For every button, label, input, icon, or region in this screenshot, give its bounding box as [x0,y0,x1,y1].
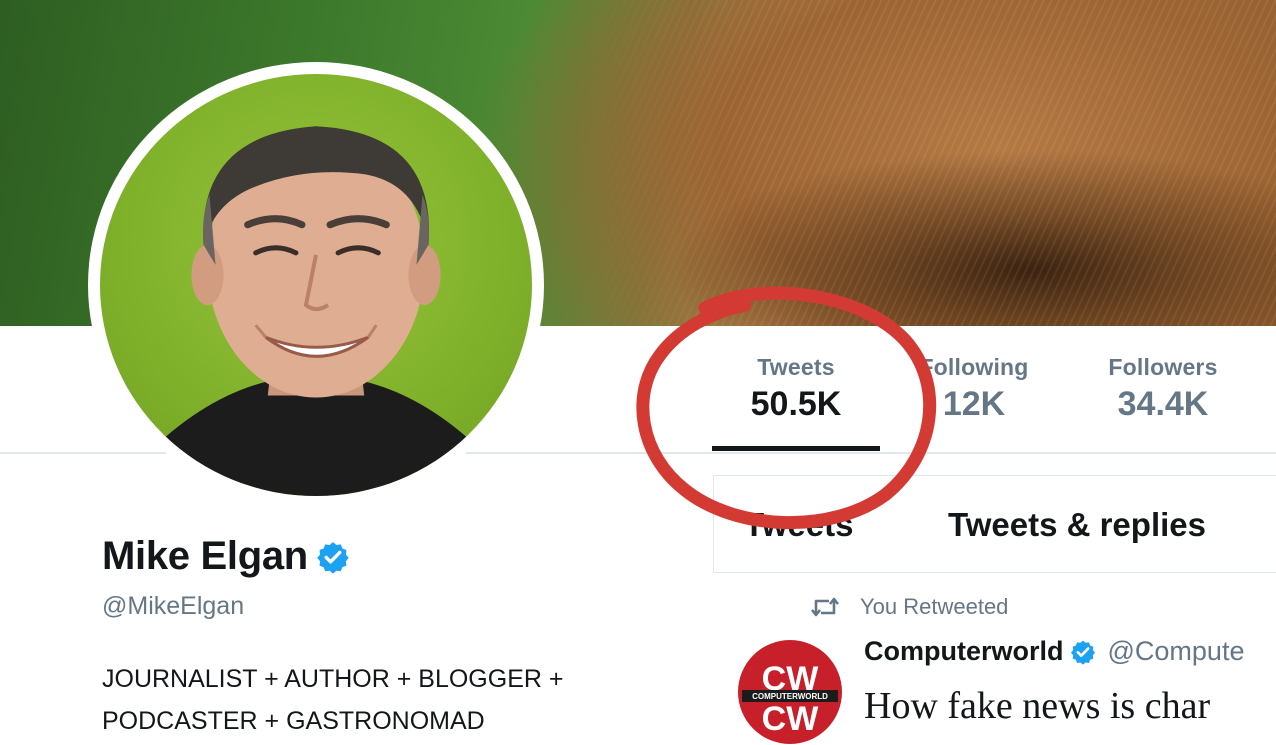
avatar-portrait-graphic [145,126,487,496]
tab-tweets-and-replies[interactable]: Tweets & replies [948,506,1206,544]
timeline-tabs: Tweets Tweets & replies [713,475,1276,573]
retweet-context: You Retweeted [810,594,1008,620]
tweets-stat-label: Tweets [757,354,835,380]
followers-stat-label: Followers [1108,354,1218,380]
following-stat-link[interactable]: Following 12K [896,354,1052,424]
following-stat-label: Following [919,354,1029,380]
bio-line: JOURNALIST + AUTHOR + BLOGGER + [102,665,564,693]
bio-line: PODCASTER + GASTRONOMAD [102,707,485,735]
tweets-stat-link[interactable]: Tweets 50.5K [712,354,880,424]
tweet-header: Computerworld @Compute [864,636,1244,667]
profile-name-row: Mike Elgan [102,534,350,579]
verified-badge-icon [1070,640,1095,665]
profile-bio: JOURNALIST + AUTHOR + BLOGGER + PODCASTE… [102,658,682,742]
profile-avatar[interactable] [88,62,544,508]
retweet-icon [810,597,840,617]
active-tab-underline [712,446,880,451]
profile-photo [100,74,532,496]
tweet-author-name[interactable]: Computerworld [864,636,1064,667]
followers-stat-link[interactable]: Followers 34.4K [1088,354,1238,424]
verified-badge-icon [317,541,349,574]
profile-handle[interactable]: @MikeElgan [102,592,244,621]
tweet-author-handle[interactable]: @Compute [1108,636,1245,667]
tweet-author-avatar[interactable]: CW COMPUTERWORLD CW [738,640,842,744]
profile-name[interactable]: Mike Elgan [102,534,308,579]
followers-stat-value: 34.4K [1117,385,1209,423]
cw-logo-letters: CW [762,700,820,738]
tweets-stat-value: 50.5K [750,385,842,423]
retweet-note: You Retweeted [860,594,1009,619]
following-stat-value: 12K [942,385,1006,423]
tab-tweets[interactable]: Tweets [744,506,853,544]
tweet-text[interactable]: How fake news is char [864,684,1210,728]
